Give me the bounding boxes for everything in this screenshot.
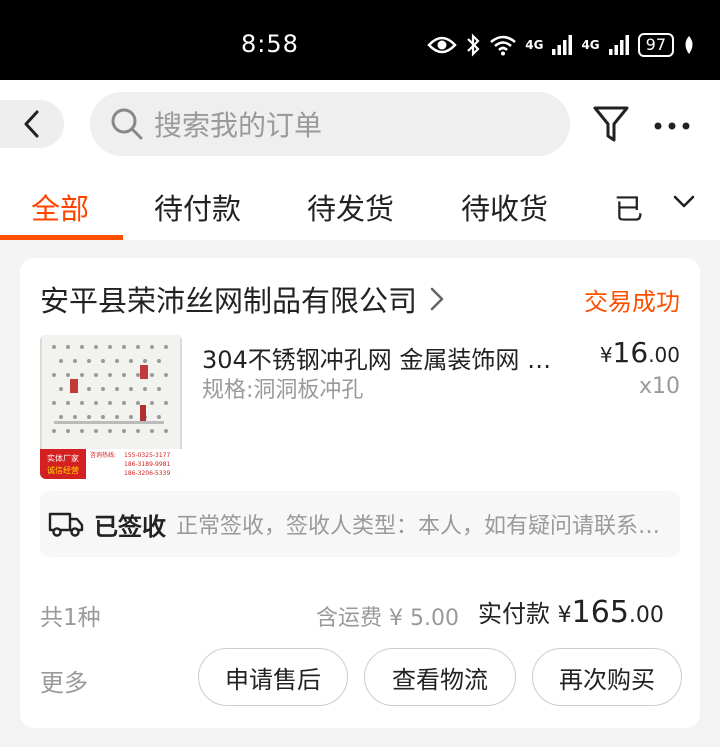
signal-4g-label-1: 4G	[525, 38, 544, 52]
paid-amount: 实付款 ¥165.00	[478, 594, 664, 630]
thumb-banner-text-2: 诚信经营	[47, 465, 79, 475]
top-bar: 搜索我的订单	[0, 80, 720, 172]
tab-pending-receipt[interactable]: 待收货	[461, 186, 548, 228]
order-tabs: 全部 待付款 待发货 待收货 已	[0, 172, 720, 240]
active-tab-indicator	[0, 235, 123, 240]
order-status: 交易成功	[584, 288, 680, 316]
price-integer: 16	[612, 336, 649, 369]
shop-name: 安平县荣沛丝网制品有限公司	[40, 284, 418, 318]
item-count: 共1种	[40, 605, 101, 631]
wifi-icon	[490, 35, 517, 56]
chevron-down-icon[interactable]	[672, 194, 696, 210]
pegboard-image: 实体厂家 诚信经营 咨询热线: 155-0325-3177 186-3189-9…	[40, 335, 182, 479]
price-decimal: .00	[648, 343, 680, 367]
tab-pending-payment[interactable]: 待付款	[154, 186, 241, 228]
shipping-fee: 含运费 ¥ 5.00	[316, 606, 459, 631]
logistics-status: 已签收	[94, 512, 166, 541]
thumb-phone-3: 186-3206-5339	[124, 470, 171, 477]
signal-bars-icon	[608, 35, 629, 55]
search-placeholder: 搜索我的订单	[154, 109, 323, 142]
chevron-right-icon	[430, 287, 444, 311]
tab-completed-partial[interactable]: 已	[614, 186, 654, 228]
bluetooth-icon	[467, 33, 480, 57]
signal-bars-icon	[552, 35, 573, 55]
search-input[interactable]: 搜索我的订单	[90, 92, 570, 156]
status-icons: 4G 4G 97	[427, 30, 696, 60]
thumb-phone-2: 186-3189-9981	[124, 461, 171, 468]
logistics-summary[interactable]: 已签收 正常签收，签收人类型：本人，如有疑问请联系快递员	[40, 491, 680, 557]
logistics-description: 正常签收，签收人类型：本人，如有疑问请联系快递员	[176, 514, 676, 539]
paid-integer: 165	[571, 595, 629, 630]
paid-currency: ¥	[557, 603, 572, 628]
tab-pending-shipment[interactable]: 待发货	[307, 186, 394, 228]
back-button[interactable]	[0, 100, 64, 148]
thumb-phone-1: 155-0325-3177	[124, 452, 171, 459]
after-sale-button[interactable]: 申请售后	[198, 648, 348, 706]
product-name[interactable]: 304不锈钢冲孔网 金属装饰网 洞洞板冲孔	[202, 340, 572, 375]
product-spec: 规格:洞洞板冲孔	[202, 378, 364, 403]
status-time: 8:58	[241, 30, 299, 58]
product-thumbnail[interactable]: 实体厂家 诚信经营 咨询热线: 155-0325-3177 186-3189-9…	[40, 335, 182, 479]
shop-link[interactable]: 安平县荣沛丝网制品有限公司	[40, 278, 447, 320]
buy-again-button[interactable]: 再次购买	[532, 648, 682, 706]
more-icon[interactable]	[654, 122, 690, 130]
more-actions-link[interactable]: 更多	[40, 663, 88, 698]
paid-label: 实付款	[478, 600, 550, 628]
tab-all[interactable]: 全部	[31, 186, 89, 228]
battery-indicator: 97	[637, 33, 674, 57]
order-card: 安平县荣沛丝网制品有限公司 交易成功 实体厂家 诚信经营 咨询热线: 155-0…	[20, 258, 700, 728]
product-price: ¥16.00	[600, 336, 680, 369]
leaf-icon	[685, 36, 693, 54]
thumb-hotline-label: 咨询热线:	[90, 451, 116, 459]
search-icon	[111, 108, 143, 140]
paid-decimal: .00	[628, 603, 664, 628]
product-quantity: x10	[638, 374, 680, 399]
price-currency: ¥	[599, 343, 613, 367]
filter-icon[interactable]	[592, 104, 630, 144]
truck-icon	[48, 512, 84, 537]
eye-icon	[427, 36, 457, 54]
chevron-left-icon	[24, 110, 39, 138]
thumb-banner-text-1: 实体厂家	[47, 453, 79, 463]
view-logistics-button[interactable]: 查看物流	[364, 648, 516, 706]
signal-4g-label-2: 4G	[581, 38, 600, 52]
status-bar: 8:58 4G 4G 97	[0, 0, 720, 80]
